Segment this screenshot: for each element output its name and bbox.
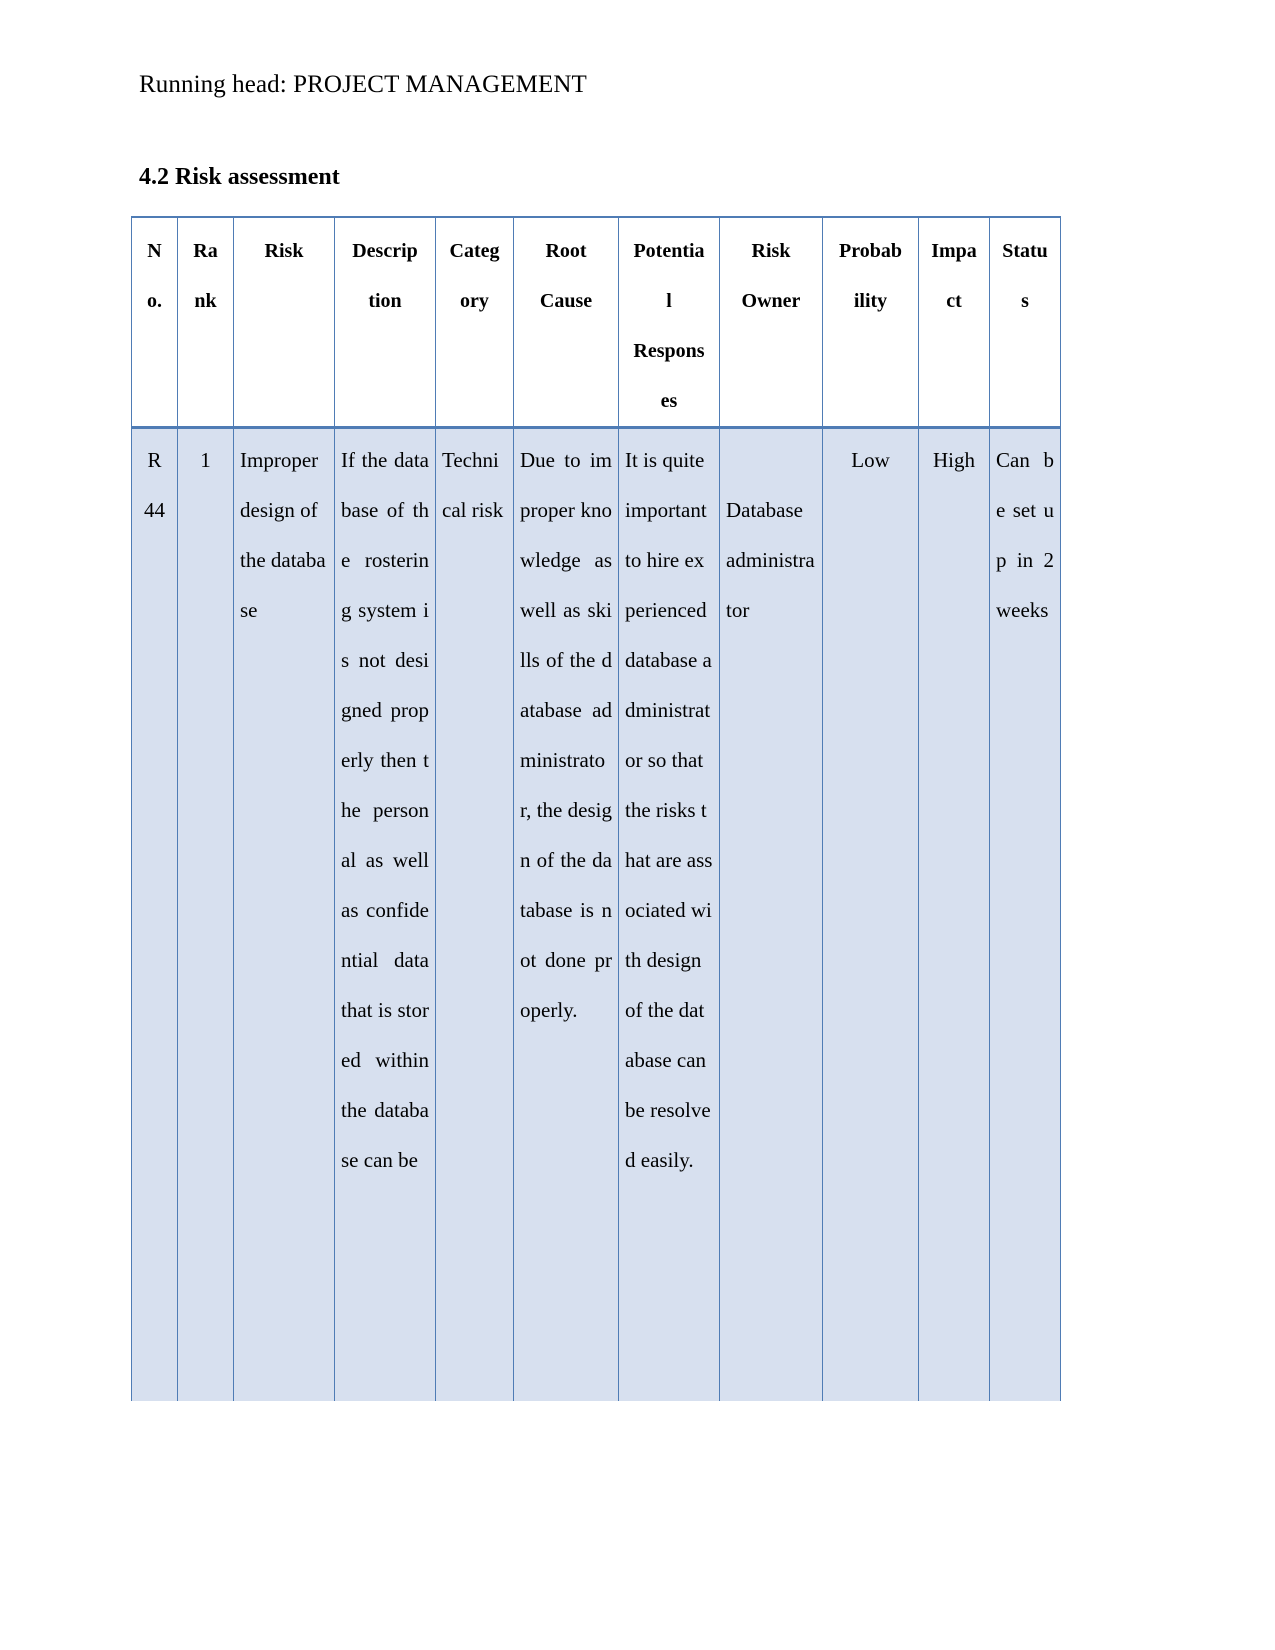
header-line: es (660, 390, 678, 412)
cell-category: Technical risk (435, 427, 514, 1401)
header-line: Cause (539, 290, 593, 312)
cell-risk: Improper design of the database (233, 427, 335, 1401)
header-line: tion (368, 290, 402, 312)
header-line: Categ (449, 240, 500, 262)
column-header-no: N o. (131, 216, 178, 429)
header-line: o. (147, 290, 162, 312)
header-line: nk (194, 290, 217, 312)
header-line: Impa (931, 240, 977, 262)
cell-value: Database administrator (726, 498, 815, 622)
column-header-rank: Ra nk (177, 216, 234, 429)
cell-rank: 1 (177, 427, 234, 1401)
column-header-impact: Impa ct (918, 216, 990, 429)
table-row: R 44 1 Improper design of the database I… (131, 427, 1061, 1401)
column-header-risk-owner: Risk Owner (719, 216, 823, 429)
header-line: Respons (633, 340, 705, 362)
header-line: s (1021, 290, 1029, 312)
cell-value: Can be set up in 2 weeks (996, 448, 1054, 622)
cell-value: It is quite important to hire experience… (625, 448, 713, 1172)
table-header-row: N o. Ra nk Risk Descrip tion Categ ory R… (131, 216, 1061, 429)
cell-value: Improper design of the database (240, 448, 326, 622)
header-line: ility (853, 290, 888, 312)
header-line: ct (946, 290, 962, 312)
column-header-probability: Probab ility (822, 216, 919, 429)
column-header-root-cause: Root Cause (513, 216, 619, 429)
cell-description: If the database of the rostering system … (334, 427, 436, 1401)
cell-no: R 44 (131, 427, 178, 1401)
header-line: Ra (193, 240, 218, 262)
column-header-status: Statu s (989, 216, 1061, 429)
header-line: Descrip (352, 240, 418, 262)
cell-value: High (933, 448, 975, 472)
header-line: Probab (839, 240, 902, 262)
cell-value: Low (851, 448, 890, 472)
header-line: N (147, 240, 162, 262)
column-header-description: Descrip tion (334, 216, 436, 429)
cell-impact: High (918, 427, 990, 1401)
risk-assessment-table: N o. Ra nk Risk Descrip tion Categ ory R… (131, 216, 1061, 1401)
cell-root-cause: Due to improper knowledge as well as ski… (513, 427, 619, 1401)
cell-probability: Low (822, 427, 919, 1401)
header-line: Statu (1002, 240, 1048, 262)
running-head: Running head: PROJECT MANAGEMENT (139, 71, 587, 98)
cell-value: Technical risk (442, 448, 504, 522)
column-header-category: Categ ory (435, 216, 514, 429)
header-line: Risk (751, 240, 791, 262)
header-line: l (666, 290, 672, 312)
header-line: Root (545, 240, 587, 262)
section-heading: 4.2 Risk assessment (139, 164, 340, 190)
cell-value: If the database of the rostering system … (341, 448, 429, 1172)
cell-potential-responses: It is quite important to hire experience… (618, 427, 720, 1401)
header-line: Risk (264, 240, 304, 262)
header-line: Potentia (633, 240, 705, 262)
cell-value: R 44 (144, 448, 165, 522)
column-header-risk: Risk (233, 216, 335, 429)
cell-value: 1 (200, 448, 211, 472)
cell-risk-owner: Database administrator (719, 427, 823, 1401)
header-line: Owner (741, 290, 801, 312)
document-page: Running head: PROJECT MANAGEMENT 4.2 Ris… (0, 0, 1275, 1650)
cell-value: Due to improper knowledge as well as ski… (520, 448, 612, 1022)
column-header-potential-responses: Potentia l Respons es (618, 216, 720, 429)
cell-status: Can be set up in 2 weeks (989, 427, 1061, 1401)
header-line: ory (460, 290, 489, 312)
risk-assessment-table-container: N o. Ra nk Risk Descrip tion Categ ory R… (131, 216, 1061, 1401)
